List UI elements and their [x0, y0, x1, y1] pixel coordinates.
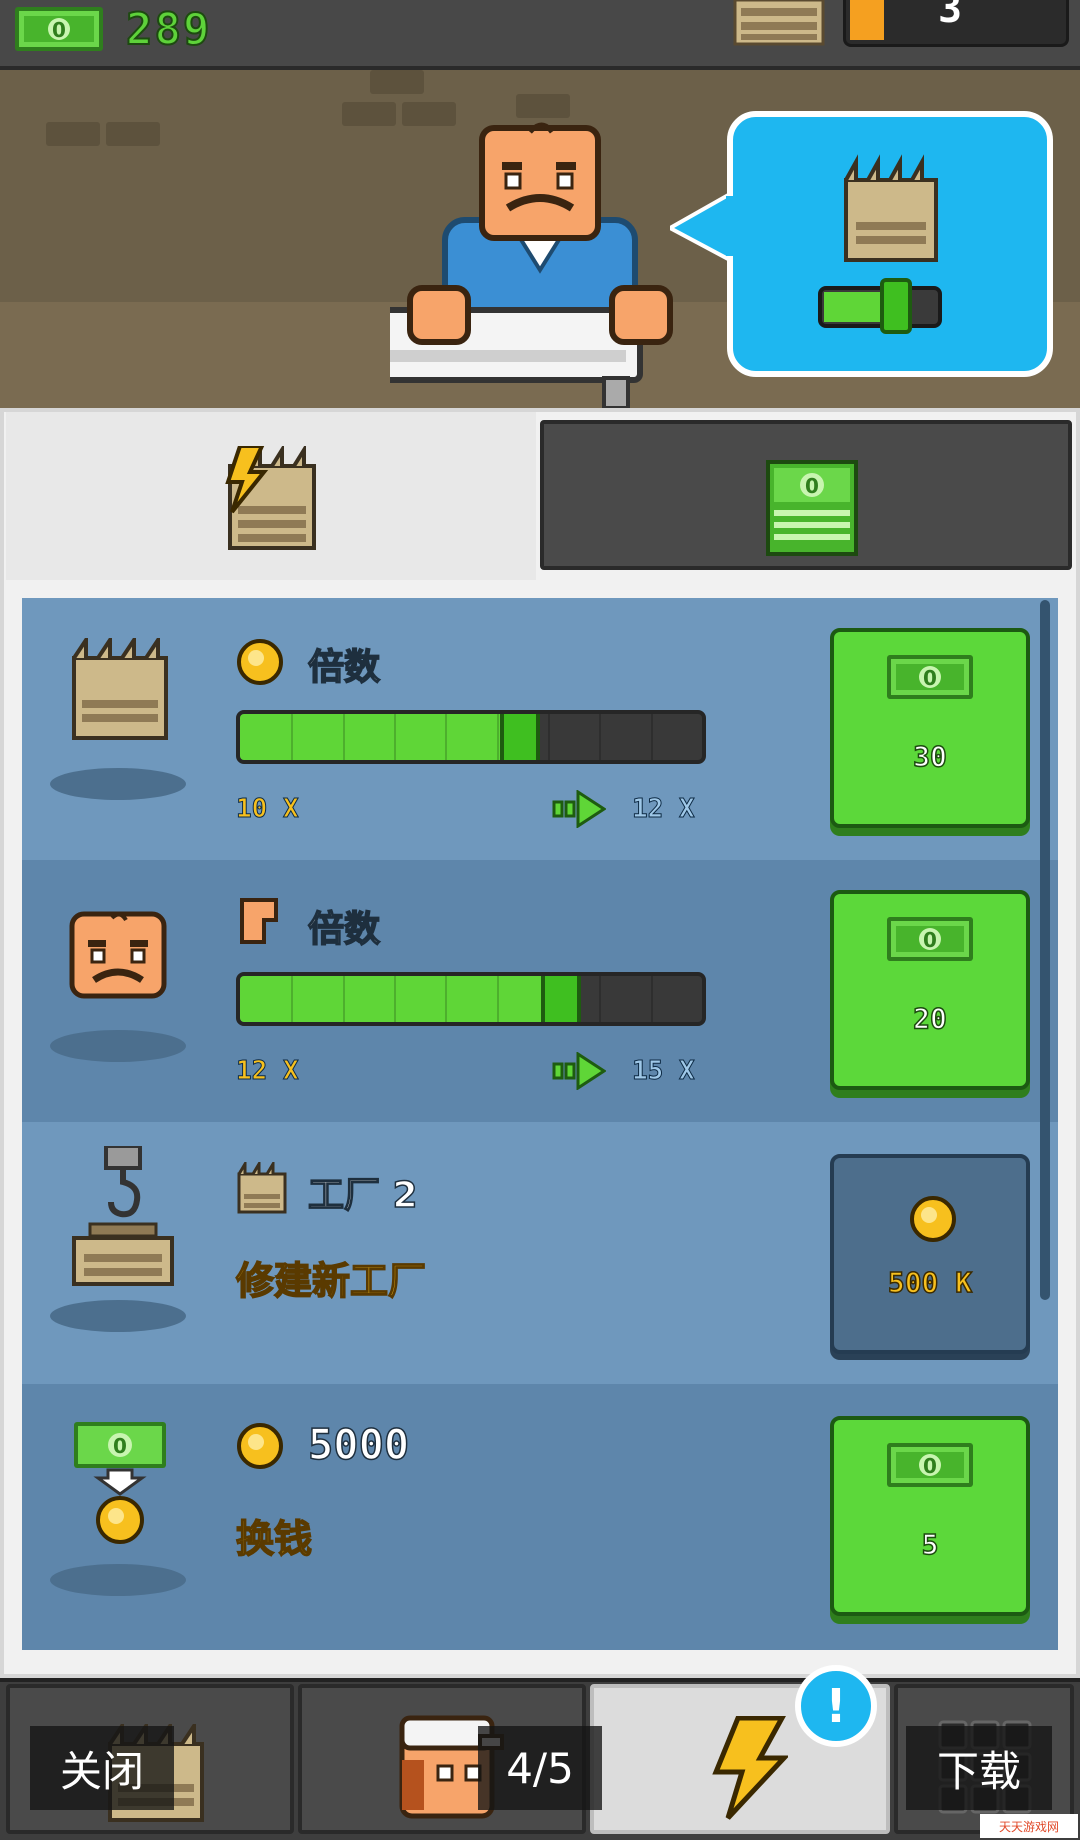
- upgrade-title: 倍数: [307, 908, 381, 951]
- upgrade-list: 倍数 10 X 12 X 0 30 倍数 12 X 15 X 0 20 工厂 2…: [22, 598, 1058, 1650]
- gold-coin-icon: [237, 639, 283, 685]
- svg-text:0: 0: [923, 1454, 937, 1478]
- tab-money[interactable]: 0: [540, 420, 1072, 570]
- exchange-amount: 5000: [307, 1419, 410, 1470]
- current-multiplier: 12 X: [236, 1056, 300, 1087]
- factory-icon: [72, 638, 168, 740]
- svg-text:0: 0: [805, 474, 819, 498]
- level-meter: 3: [843, 0, 1069, 47]
- svg-text:0: 0: [52, 18, 66, 42]
- upgrade-row-build-factory: 工厂 2 修建新工厂 500 K: [22, 1122, 1058, 1384]
- page-indicator: 4/5: [478, 1726, 602, 1810]
- upgrade-row-worker-multiplier: 倍数 12 X 15 X 0 20: [22, 860, 1058, 1122]
- upgrade-progress-bar: [236, 710, 706, 764]
- lightning-icon: [712, 1716, 788, 1820]
- buy-cost: 30: [912, 739, 947, 774]
- level-value: 3: [938, 0, 963, 32]
- upgrade-subtitle: 修建新工厂: [235, 1258, 427, 1304]
- upgrade-title: 工厂 2: [307, 1174, 418, 1217]
- next-multiplier: 12 X: [632, 794, 696, 825]
- cash-icon: 0: [887, 1443, 973, 1487]
- buy-cost: 5: [921, 1527, 939, 1562]
- scrollbar[interactable]: [1040, 600, 1050, 1300]
- factory-icon: [733, 0, 825, 46]
- cash-icon: 0: [887, 655, 973, 699]
- buy-button[interactable]: 0 5: [830, 1416, 1030, 1616]
- cash-stack-icon: 0: [766, 460, 858, 556]
- cash-icon: 0: [887, 917, 973, 961]
- upgrade-row-factory-multiplier: 倍数 10 X 12 X 0 30: [22, 598, 1058, 860]
- cash-amount: 289: [125, 3, 212, 56]
- alert-badge-icon: !: [795, 1665, 877, 1747]
- boss-scene: [0, 70, 1080, 410]
- worker-face-icon: [69, 911, 167, 999]
- watermark-logo: 天天游戏网: [980, 1814, 1078, 1838]
- close-button[interactable]: 关闭: [30, 1726, 174, 1810]
- upgrade-subtitle: 换钱: [235, 1516, 313, 1562]
- game-screen: 0 289 3 0 倍数 10 X 12 X 0 30 倍数 12 X 15 X…: [0, 0, 1080, 1840]
- mini-progress-bar: [818, 278, 942, 334]
- buy-button-locked[interactable]: 500 K: [830, 1154, 1030, 1354]
- top-bar: 0 289 3: [0, 0, 1080, 70]
- next-multiplier: 15 X: [632, 1056, 696, 1087]
- download-button[interactable]: 下载: [906, 1726, 1052, 1810]
- buy-cost: 20: [912, 1001, 947, 1036]
- lightning-factory-icon: [225, 446, 316, 550]
- factory-icon: [237, 1162, 287, 1214]
- svg-text:0: 0: [113, 1434, 127, 1458]
- buy-button[interactable]: 0 30: [830, 628, 1030, 828]
- crane-icon: [72, 1146, 174, 1286]
- tab-upgrades[interactable]: [6, 412, 536, 580]
- alert-badge-text: !: [826, 1679, 847, 1733]
- svg-text:0: 0: [923, 928, 937, 952]
- upgrade-row-exchange: 0 5000 换钱 0 5: [22, 1384, 1058, 1646]
- buy-button[interactable]: 0 20: [830, 890, 1030, 1090]
- cash-icon: 0: [15, 7, 103, 51]
- arrow-right-icon: [552, 1052, 606, 1090]
- gold-coin-icon: [237, 1423, 283, 1469]
- upgrade-progress-bar: [236, 972, 706, 1026]
- arrow-right-icon: [552, 790, 606, 828]
- cash-to-coin-icon: 0: [74, 1422, 166, 1544]
- upgrade-title: 倍数: [307, 646, 381, 689]
- boss-character: [390, 122, 673, 410]
- gold-coin-icon: [910, 1196, 956, 1242]
- speech-bubble: [670, 111, 1053, 377]
- buy-cost: 500 K: [887, 1265, 973, 1300]
- arm-icon: [240, 898, 278, 944]
- svg-text:0: 0: [923, 666, 937, 690]
- current-multiplier: 10 X: [236, 794, 300, 825]
